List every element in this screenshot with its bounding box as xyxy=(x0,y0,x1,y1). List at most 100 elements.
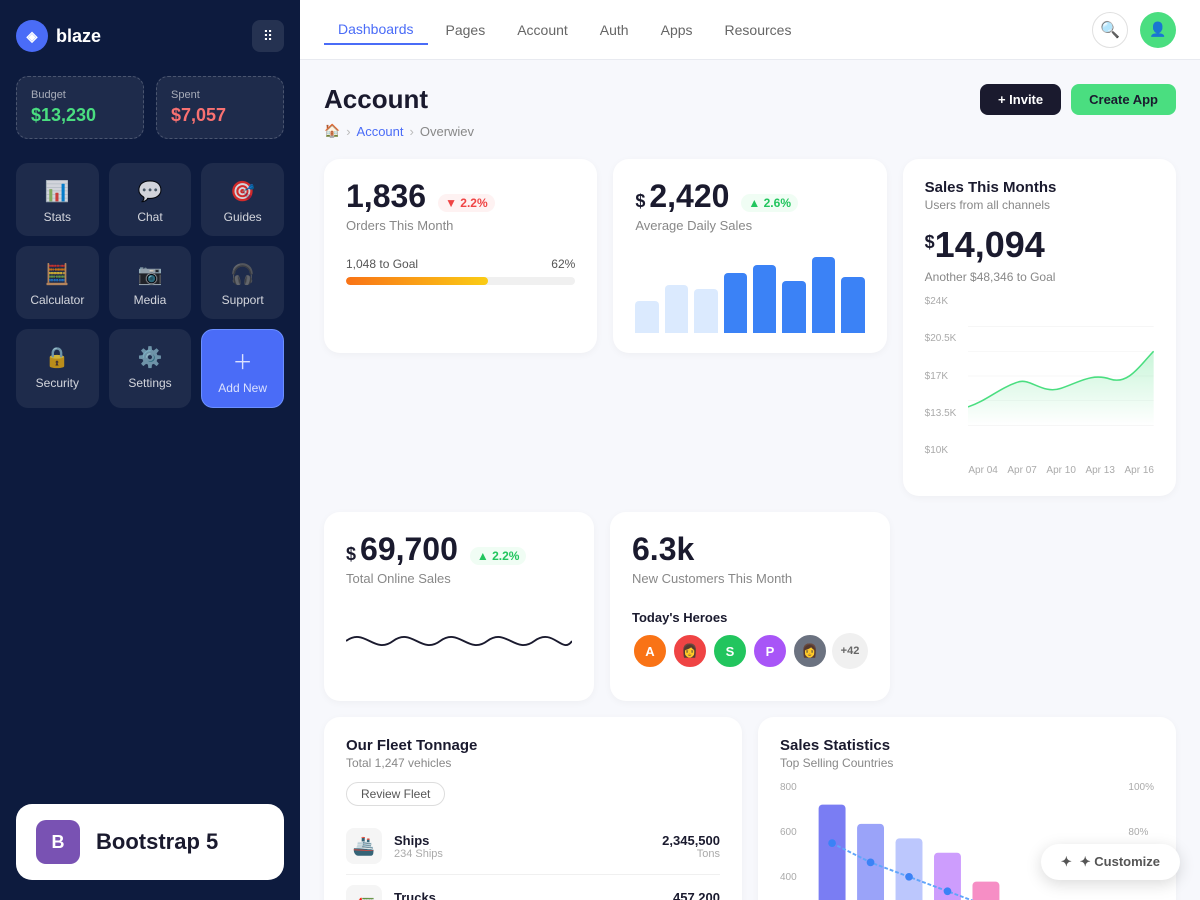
breadcrumb-account[interactable]: Account xyxy=(357,124,404,139)
fleet-card: Our Fleet Tonnage Total 1,247 vehicles R… xyxy=(324,717,742,900)
fleet-title: Our Fleet Tonnage xyxy=(346,737,720,754)
sidebar-item-media[interactable]: 📷 Media xyxy=(109,246,192,319)
daily-sales-card: $ 2,420 ▲ 2.6% Average Daily Sales xyxy=(613,159,886,353)
sidebar-item-security[interactable]: 🔒 Security xyxy=(16,329,99,408)
sidebar-item-label: Media xyxy=(134,293,167,307)
hero-avatar-5: 👩 xyxy=(792,633,828,669)
sales-goal-text: Another $48,346 to Goal xyxy=(925,270,1154,284)
sidebar-item-stats[interactable]: 📊 Stats xyxy=(16,163,99,236)
breadcrumb-home-icon: 🏠 xyxy=(324,123,340,139)
guides-icon: 🎯 xyxy=(230,179,255,204)
menu-icon[interactable]: ⠿ xyxy=(252,20,284,52)
sidebar-item-support[interactable]: 🎧 Support xyxy=(201,246,284,319)
orders-badge: ▼ 2.2% xyxy=(438,194,495,212)
sidebar-header: ◈ blaze ⠿ xyxy=(16,20,284,52)
sidebar-item-label: Guides xyxy=(224,210,262,224)
tab-auth[interactable]: Auth xyxy=(586,16,643,44)
page-title-text: Account xyxy=(324,84,428,115)
spent-value: $7,057 xyxy=(171,105,269,126)
orders-label: Orders This Month xyxy=(346,218,575,233)
tab-account[interactable]: Account xyxy=(503,16,582,44)
hero-avatar-2: 👩 xyxy=(672,633,708,669)
orders-value: 1,836 xyxy=(346,179,426,214)
goal-bar: 1,048 to Goal 62% xyxy=(346,257,575,285)
sidebar-item-add-new[interactable]: ＋ Add New xyxy=(201,329,284,408)
topnav-links: Dashboards Pages Account Auth Apps Resou… xyxy=(324,15,805,45)
add-new-icon: ＋ xyxy=(233,346,253,375)
sidebar-item-settings[interactable]: ⚙️ Settings xyxy=(109,329,192,408)
tab-pages[interactable]: Pages xyxy=(432,16,500,44)
breadcrumb: 🏠 › Account › Overwiev xyxy=(324,123,1176,139)
ships-name: Ships xyxy=(394,833,650,848)
fleet-value: 457,200 Tons xyxy=(673,890,720,900)
search-button[interactable]: 🔍 xyxy=(1092,12,1128,48)
heroes-title: Today's Heroes xyxy=(632,610,868,625)
chart-x-axis: Apr 04 Apr 07 Apr 10 Apr 13 Apr 16 xyxy=(968,465,1154,476)
budget-value: $13,230 xyxy=(31,105,129,126)
sidebar-item-label: Security xyxy=(36,376,79,390)
stats-icon: 📊 xyxy=(45,179,70,204)
review-fleet-button[interactable]: Review Fleet xyxy=(346,782,445,806)
customize-label: ✦ Customize xyxy=(1080,854,1160,870)
support-icon: 🎧 xyxy=(230,262,255,287)
sidebar-item-label: Support xyxy=(222,293,264,307)
app-name: blaze xyxy=(56,26,101,47)
ships-value: 2,345,500 xyxy=(662,833,720,848)
sidebar-item-calculator[interactable]: 🧮 Calculator xyxy=(16,246,99,319)
bootstrap-icon: B xyxy=(36,820,80,864)
page-header: Account + Invite Create App xyxy=(324,84,1176,115)
bar-7 xyxy=(812,257,835,333)
logo-icon: ◈ xyxy=(16,20,48,52)
dollar-prefix: $ xyxy=(635,191,645,212)
spent-label: Spent xyxy=(171,89,269,101)
sidebar-item-chat[interactable]: 💬 Chat xyxy=(109,163,192,236)
sidebar-item-label: Add New xyxy=(218,381,267,395)
bar-6 xyxy=(782,281,805,333)
security-icon: 🔒 xyxy=(45,345,70,370)
main-content: Dashboards Pages Account Auth Apps Resou… xyxy=(300,0,1200,900)
topnav: Dashboards Pages Account Auth Apps Resou… xyxy=(300,0,1200,60)
user-avatar[interactable]: 👤 xyxy=(1140,12,1176,48)
sales-stats-chart-wrap: 800 600 400 200 xyxy=(780,782,1154,900)
fleet-value: 2,345,500 Tons xyxy=(662,833,720,860)
bar-chart-area xyxy=(809,782,1117,900)
daily-sales-badge: ▲ 2.6% xyxy=(741,194,798,212)
budget-card: Budget $13,230 xyxy=(16,76,144,139)
tab-apps[interactable]: Apps xyxy=(647,16,707,44)
sales-stats-svg xyxy=(809,782,1117,900)
main-wrapper: Dashboards Pages Account Auth Apps Resou… xyxy=(300,0,1200,900)
hero-avatar-1: A xyxy=(632,633,668,669)
stats-grid-row2: $ 69,700 ▲ 2.2% Total Online Sales 6.3k xyxy=(324,512,1176,701)
bar-8 xyxy=(841,277,864,333)
spent-card: Spent $7,057 xyxy=(156,76,284,139)
sales-month-card: Sales This Months Users from all channel… xyxy=(903,159,1176,496)
sidebar-item-guides[interactable]: 🎯 Guides xyxy=(201,163,284,236)
create-app-button[interactable]: Create App xyxy=(1071,84,1176,115)
bar-3 xyxy=(694,289,717,333)
budget-row: Budget $13,230 Spent $7,057 xyxy=(16,76,284,139)
trucks-value: 457,200 xyxy=(673,890,720,900)
customers-card: 6.3k New Customers This Month Today's He… xyxy=(610,512,890,701)
fleet-row-ships: 🚢 Ships 234 Ships 2,345,500 Tons xyxy=(346,818,720,875)
sales-y-axis: 800 600 400 200 xyxy=(780,782,797,900)
fleet-subtitle: Total 1,247 vehicles xyxy=(346,756,720,770)
fleet-info: Ships 234 Ships xyxy=(394,833,650,860)
tab-dashboards[interactable]: Dashboards xyxy=(324,15,428,45)
sidebar-item-label: Calculator xyxy=(30,293,84,307)
goal-label: 1,048 to Goal xyxy=(346,257,418,271)
ships-count: 234 Ships xyxy=(394,848,650,860)
sales-pct-axis: 100% 80% 60% 40% xyxy=(1128,782,1154,900)
invite-button[interactable]: + Invite xyxy=(980,84,1061,115)
online-sales-value: 69,700 xyxy=(360,532,458,567)
customize-button[interactable]: ✦ ✦ Customize xyxy=(1041,844,1180,880)
fleet-info: Trucks 1,460 Trucks xyxy=(394,890,661,900)
tab-resources[interactable]: Resources xyxy=(711,16,806,44)
online-dollar: $ xyxy=(346,544,356,565)
bootstrap-badge: B Bootstrap 5 xyxy=(16,804,284,880)
bar-1 xyxy=(635,301,658,333)
customers-label: New Customers This Month xyxy=(632,571,868,586)
sidebar: ◈ blaze ⠿ Budget $13,230 Spent $7,057 📊 … xyxy=(0,0,300,900)
settings-icon: ⚙️ xyxy=(138,345,163,370)
sales-month-title: Sales This Months xyxy=(925,179,1154,196)
hero-avatar-4: P xyxy=(752,633,788,669)
